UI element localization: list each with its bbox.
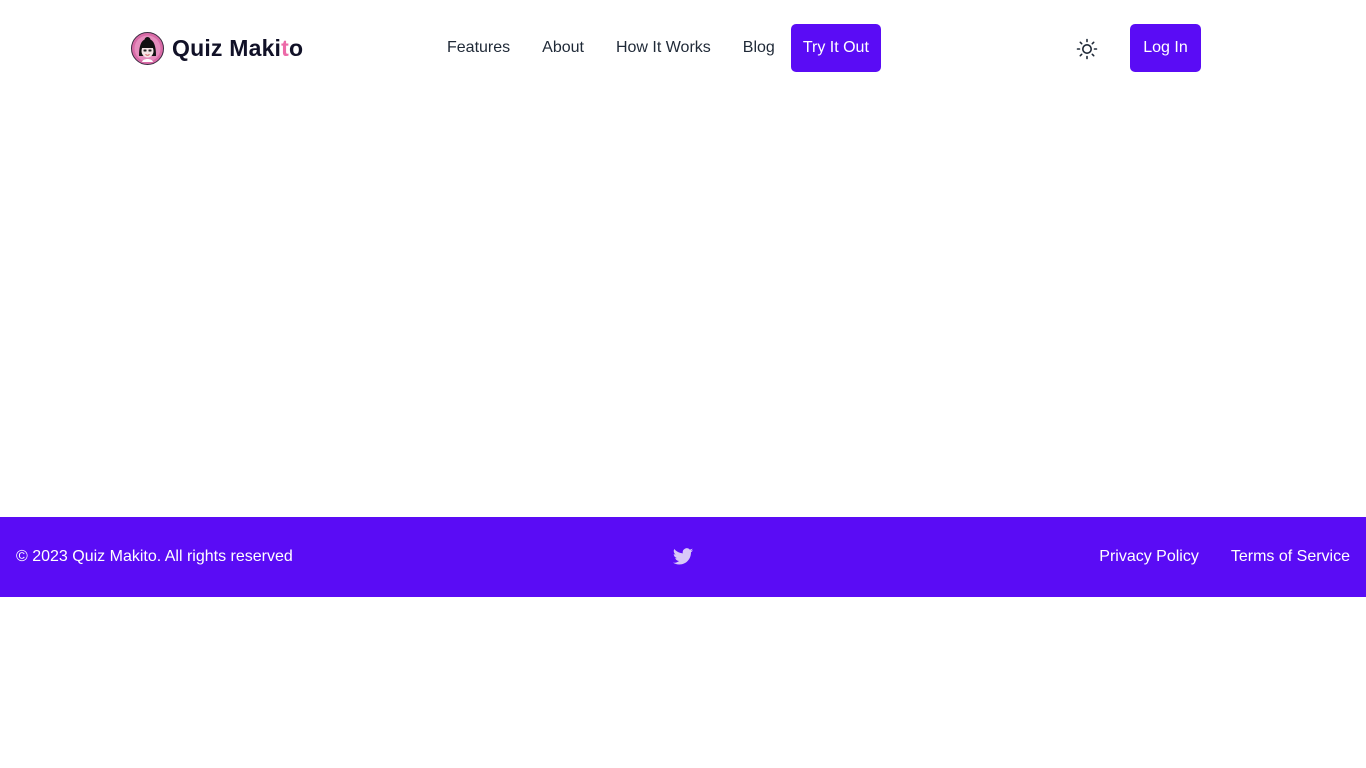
privacy-policy-link[interactable]: Privacy Policy — [1099, 548, 1199, 566]
main-nav: Features About How It Works Blog Try It … — [431, 24, 881, 72]
footer-links: Privacy Policy Terms of Service — [1099, 517, 1350, 597]
sun-icon — [1076, 38, 1097, 59]
girl-avatar-icon — [131, 32, 164, 65]
login-button[interactable]: Log In — [1130, 24, 1201, 72]
theme-toggle-button[interactable] — [1071, 33, 1102, 64]
site-footer: © 2023 Quiz Makito. All rights reserved … — [0, 517, 1366, 597]
nav-about[interactable]: About — [526, 24, 600, 72]
brand-name: Quiz Makito — [172, 35, 304, 61]
copyright-text: © 2023 Quiz Makito. All rights reserved — [16, 548, 293, 565]
twitter-icon — [672, 548, 694, 565]
try-it-out-button[interactable]: Try It Out — [790, 24, 881, 72]
nav-how-it-works[interactable]: How It Works — [600, 24, 727, 72]
terms-of-service-link[interactable]: Terms of Service — [1231, 548, 1350, 566]
site-header: Quiz Makito Features About How It Works … — [0, 0, 1366, 96]
twitter-link[interactable] — [672, 546, 694, 568]
nav-features[interactable]: Features — [431, 24, 526, 72]
nav-blog[interactable]: Blog — [727, 24, 791, 72]
brand-logo-link[interactable]: Quiz Makito — [131, 32, 303, 65]
